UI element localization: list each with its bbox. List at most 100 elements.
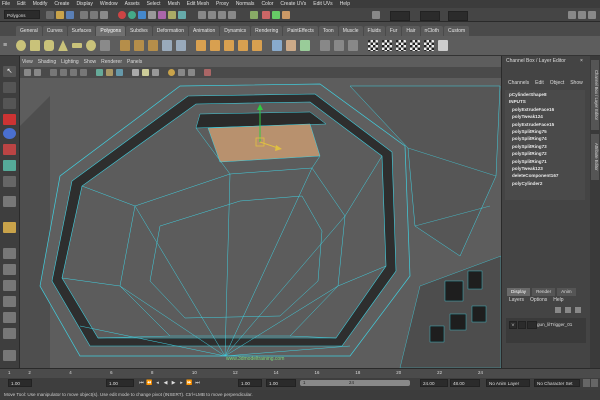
layer-tab-display[interactable]: Display [507, 287, 531, 296]
poly-torus-icon[interactable] [86, 40, 96, 51]
input-field-x[interactable] [390, 11, 410, 21]
ipr-render-icon[interactable] [272, 11, 280, 19]
x-ray-icon[interactable] [168, 69, 175, 76]
anim-layer-select[interactable]: No Anim Layer [486, 379, 530, 387]
camera-attributes-icon[interactable] [24, 69, 31, 76]
input-field-z[interactable] [448, 11, 468, 21]
channel-menu-object[interactable]: Object [550, 80, 564, 86]
history-icon[interactable] [250, 11, 258, 19]
rotate-tool-icon[interactable] [3, 128, 16, 139]
show-attribute-editor-icon[interactable] [568, 11, 576, 19]
viewport-panel[interactable] [20, 56, 501, 368]
hud-icon[interactable] [188, 69, 195, 76]
shelf-tab-animation[interactable]: Animation [188, 26, 220, 36]
select-curves-icon[interactable] [138, 11, 146, 19]
shelf-tab-hair[interactable]: Hair [402, 26, 420, 36]
new-scene-icon[interactable] [46, 11, 54, 19]
shelf-tab-surfaces[interactable]: Surfaces [67, 26, 96, 36]
shelf-tab-polygons[interactable]: Polygons [96, 26, 125, 36]
extract-icon[interactable] [148, 40, 158, 51]
layer-color-swatch[interactable] [527, 321, 537, 329]
lasso-tool-icon[interactable] [3, 82, 16, 93]
shelf-tab-fur[interactable]: Fur [385, 26, 402, 36]
image-plane-icon[interactable] [50, 69, 57, 76]
sculpt-geometry-icon[interactable] [272, 40, 282, 51]
end-time-field[interactable]: 24.00 [420, 379, 448, 387]
wireframe-on-shaded-icon[interactable] [116, 69, 123, 76]
save-scene-icon[interactable] [66, 11, 74, 19]
select-hierarchy-icon[interactable] [80, 11, 88, 19]
layer-type-toggle[interactable] [518, 321, 526, 329]
channel-box-item[interactable]: polyExtrudeFace15 [512, 122, 554, 127]
menu-help[interactable]: Help [340, 1, 350, 7]
start-time-field[interactable]: 1.00 [8, 379, 32, 387]
smooth-shade-icon[interactable] [106, 69, 113, 76]
harden-edge-icon[interactable] [348, 40, 358, 51]
shelf-tab-fluids[interactable]: Fluids [363, 26, 385, 36]
show-manipulator-icon[interactable] [3, 176, 16, 187]
automatic-mapping-icon[interactable] [410, 40, 420, 51]
layout-outliner-icon[interactable] [3, 296, 16, 307]
step-back-frame-icon[interactable]: ◂ [154, 380, 161, 386]
render-icon[interactable] [262, 11, 270, 19]
layer-menu-help[interactable]: Help [553, 297, 563, 303]
layout-side-icon[interactable] [3, 264, 16, 275]
uv-editor-icon[interactable] [424, 40, 434, 51]
viewport-menu-renderer[interactable]: Renderer [101, 59, 122, 65]
viewport-menu-lighting[interactable]: Lighting [61, 59, 79, 65]
extrude-icon[interactable] [196, 40, 206, 51]
input-line-icon[interactable] [372, 11, 380, 19]
smooth-icon[interactable] [162, 40, 172, 51]
shelf-tab-muscle[interactable]: Muscle [338, 26, 363, 36]
go-to-start-icon[interactable]: ⏮ [138, 380, 145, 386]
insert-edge-loop-icon[interactable] [238, 40, 248, 51]
menu-select[interactable]: Select [147, 1, 161, 7]
channel-box-item[interactable]: deleteComponent167 [512, 173, 558, 178]
show-tool-settings-icon[interactable] [578, 11, 586, 19]
append-polygon-icon[interactable] [210, 40, 220, 51]
step-back-key-icon[interactable]: ⏪ [146, 380, 153, 386]
range-start-field[interactable]: 1.00 [238, 379, 262, 387]
select-handles-icon[interactable] [118, 11, 126, 19]
anim-prefs-icon[interactable] [591, 379, 598, 387]
channel-menu-show[interactable]: Show [570, 80, 583, 86]
select-object-icon[interactable] [90, 11, 98, 19]
character-set-select[interactable]: No Character Set [534, 379, 580, 387]
play-forward-icon[interactable]: ▶ [170, 380, 177, 386]
side-tab-channel-box[interactable]: Channel Box / Layer Editor [591, 60, 599, 130]
grid-icon[interactable] [60, 69, 67, 76]
render-settings-icon[interactable] [282, 11, 290, 19]
shelf-tab-ncloth[interactable]: nCloth [420, 26, 443, 36]
high-quality-icon[interactable] [204, 69, 211, 76]
menu-edit-mesh[interactable]: Edit Mesh [187, 1, 209, 7]
viewport-menu-panels[interactable]: Panels [127, 59, 142, 65]
shelf-tab-rendering[interactable]: Rendering [251, 26, 283, 36]
channel-box-item[interactable]: polySplitRing74 [512, 136, 547, 141]
channel-box-item[interactable]: polyTweak123 [512, 166, 543, 171]
channel-box-item[interactable]: polySplitRing72 [512, 151, 547, 156]
channel-box-item[interactable]: polySplitRing71 [512, 159, 547, 164]
layer-tab-anim[interactable]: Anim [557, 287, 576, 296]
isolate-select-icon[interactable] [178, 69, 185, 76]
shelf-tab-general[interactable]: General [16, 26, 42, 36]
camera-bookmark-icon[interactable] [34, 69, 41, 76]
time-slider[interactable] [0, 368, 600, 378]
range-playback-start-field[interactable]: 1.00 [266, 379, 296, 387]
menu-color[interactable]: Color [261, 1, 273, 7]
mode-select[interactable]: Polygons [4, 10, 40, 19]
select-joints-icon[interactable] [128, 11, 136, 19]
channel-box-item[interactable]: pCylinderShape8 [509, 92, 547, 97]
poly-cube-icon[interactable] [30, 40, 40, 51]
menu-edit[interactable]: Edit [17, 1, 26, 7]
layer-options-icon[interactable] [575, 307, 581, 313]
step-forward-key-icon[interactable]: ⏩ [186, 380, 193, 386]
separate-icon[interactable] [134, 40, 144, 51]
shelf-tab-curves[interactable]: Curves [42, 26, 67, 36]
channel-box-item[interactable]: polyTweak124 [512, 114, 543, 119]
shelf-tab-toon[interactable]: Toon [318, 26, 338, 36]
paint-select-tool-icon[interactable] [3, 98, 16, 109]
input-field-y[interactable] [420, 11, 440, 21]
play-backward-icon[interactable]: ◀ [162, 380, 169, 386]
side-tab-attribute-editor[interactable]: Attribute Editor [591, 134, 599, 180]
snap-grid-icon[interactable] [198, 11, 206, 19]
